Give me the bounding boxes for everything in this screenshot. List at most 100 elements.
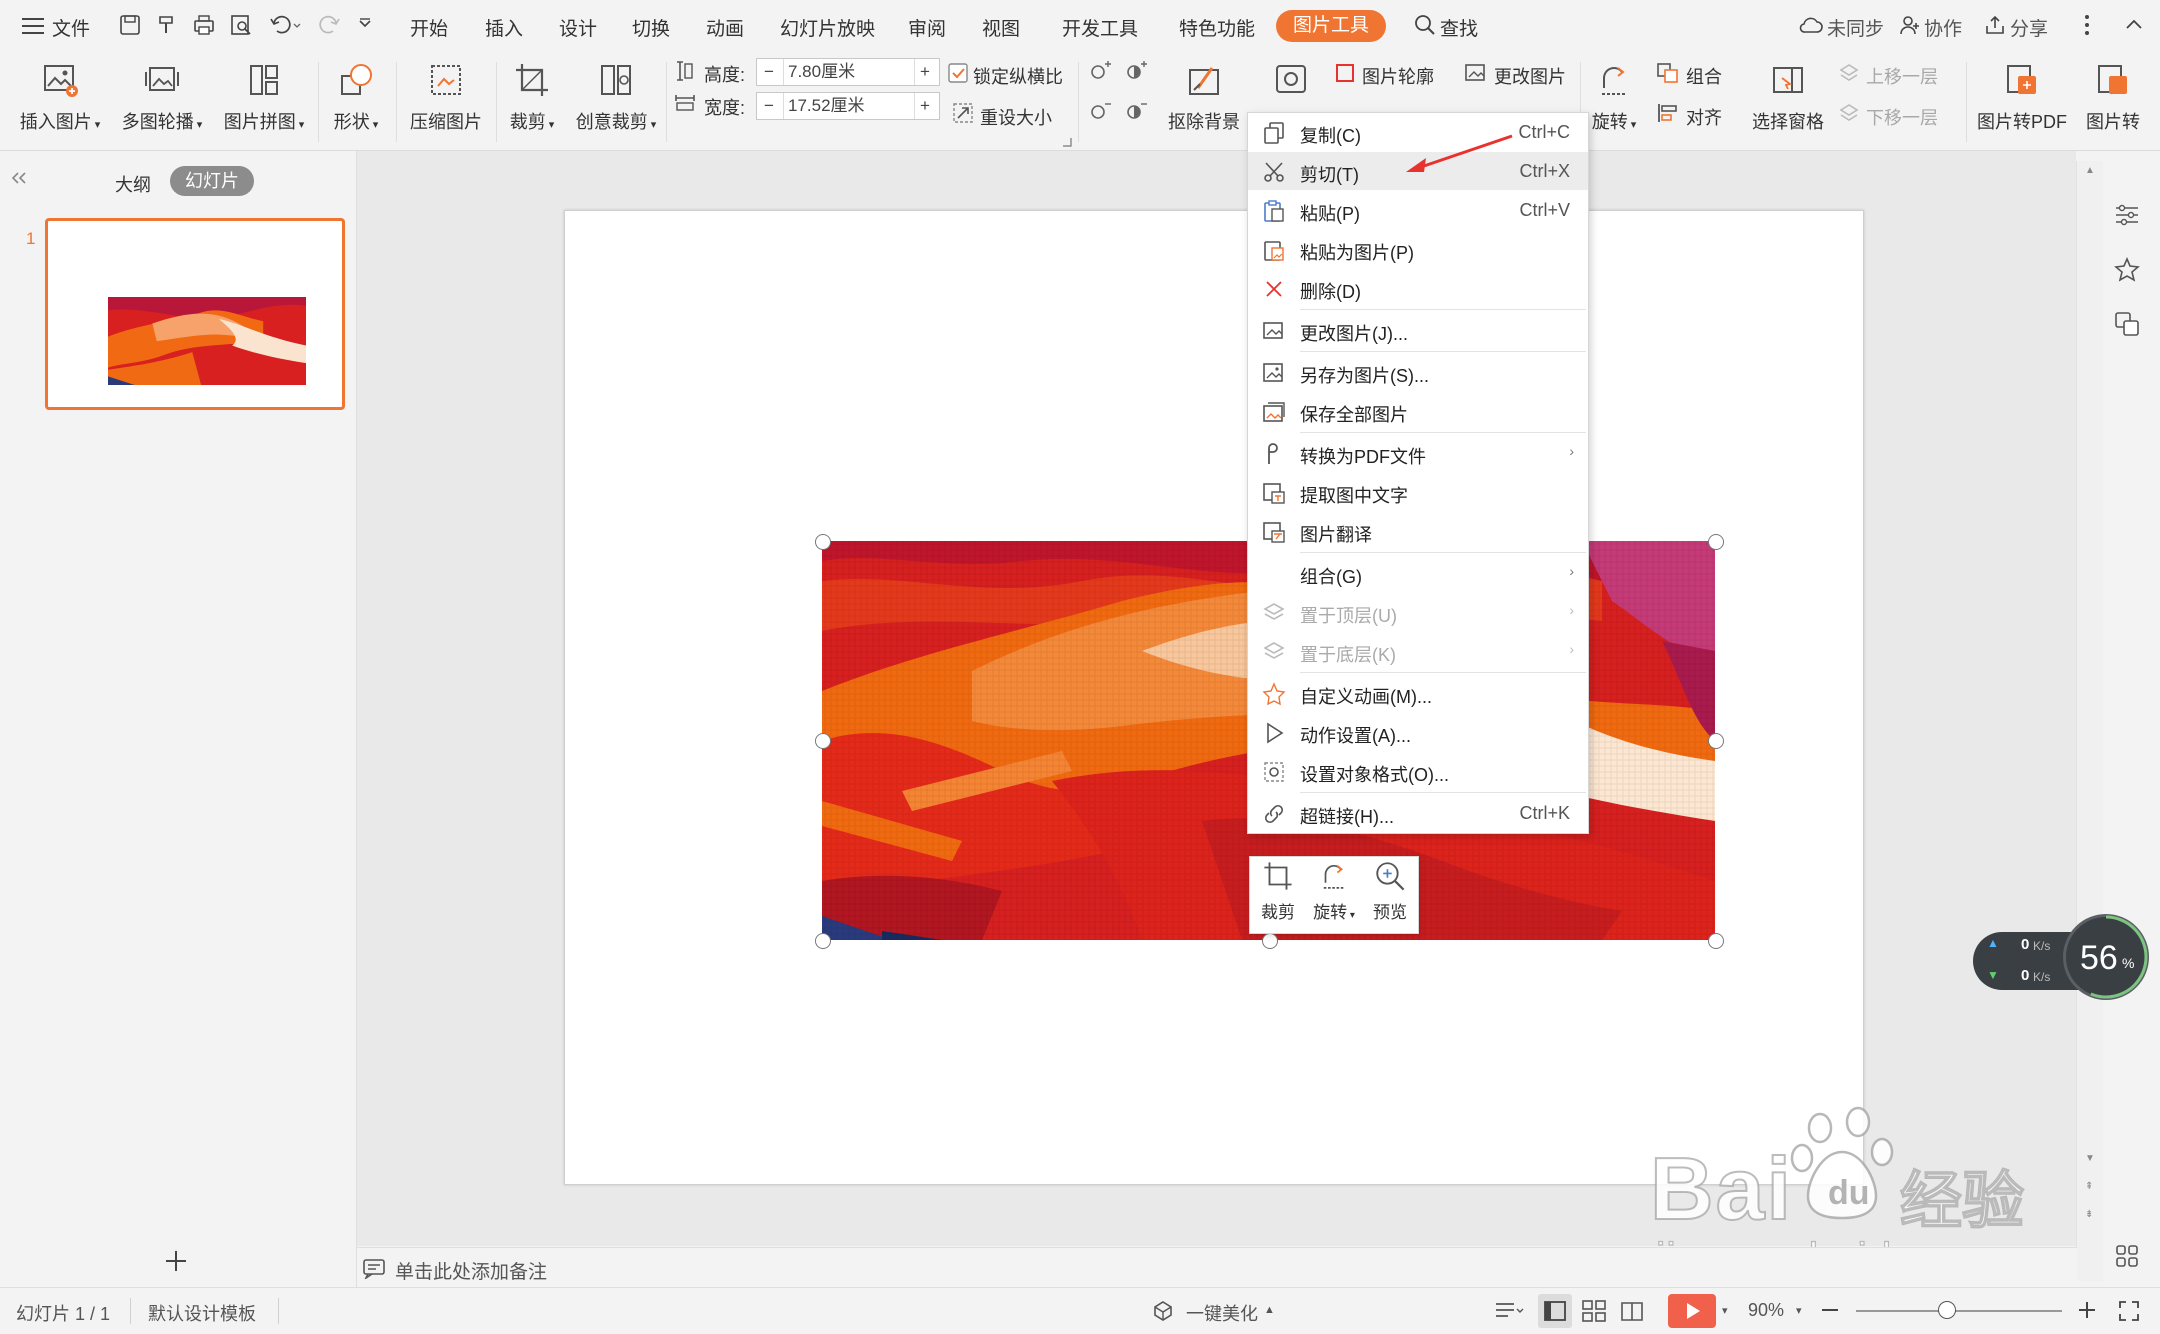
menu-item-delete[interactable]: 删除(D): [1248, 269, 1588, 307]
tab-developer[interactable]: 开发工具: [1062, 14, 1138, 41]
menu-item-extract-text[interactable]: 提取图中文字: [1248, 473, 1588, 511]
adjust-settings-icon[interactable]: [2114, 203, 2140, 232]
zoom-level[interactable]: 90%: [1748, 1300, 1784, 1321]
tab-home[interactable]: 开始: [410, 14, 448, 41]
insert-picture-button[interactable]: 插入图片 ▾: [14, 60, 106, 134]
redo-icon[interactable]: [318, 13, 342, 42]
width-value[interactable]: 17.52厘米: [783, 93, 915, 119]
zoom-dropdown-icon[interactable]: ▾: [1796, 1304, 1802, 1317]
fit-window-icon[interactable]: [2118, 1300, 2140, 1327]
beautify-icon[interactable]: [1152, 1300, 1174, 1327]
resize-handle-top-left[interactable]: [815, 534, 831, 550]
mini-rotate-button[interactable]: 旋转 ▾: [1306, 859, 1362, 923]
notes-bar[interactable]: 单击此处添加备注: [357, 1247, 2077, 1288]
outline-button[interactable]: 图片轮廓: [1362, 63, 1434, 89]
search-icon[interactable]: [1414, 14, 1436, 41]
brightness-down-icon[interactable]: [1088, 100, 1112, 129]
shape-button[interactable]: 形状 ▾: [326, 60, 386, 134]
lock-ratio-label[interactable]: 锁定纵横比: [973, 63, 1063, 89]
tab-review[interactable]: 审阅: [908, 14, 946, 41]
contrast-down-icon[interactable]: [1124, 100, 1148, 129]
group-icon[interactable]: [1656, 62, 1680, 89]
multi-carousel-button[interactable]: 多图轮播 ▾: [116, 60, 208, 134]
reading-view-icon[interactable]: [1620, 1300, 1644, 1327]
slide-sorter-icon[interactable]: [1582, 1300, 1606, 1327]
scroll-up-icon[interactable]: ▲: [2085, 165, 2095, 176]
zoom-slider[interactable]: [1856, 1310, 2062, 1312]
lock-ratio-checkbox[interactable]: [948, 63, 968, 88]
sync-status[interactable]: 未同步: [1827, 14, 1884, 41]
collab-button[interactable]: 协作: [1924, 14, 1962, 41]
menu-item-paste[interactable]: 粘贴(P) Ctrl+V: [1248, 191, 1588, 229]
mini-preview-button[interactable]: 预览: [1362, 859, 1418, 923]
scroll-down-icon[interactable]: ▼: [2085, 1153, 2095, 1164]
tab-slides[interactable]: 幻灯片: [170, 166, 254, 196]
rotate-button[interactable]: 旋转 ▾: [1586, 60, 1642, 134]
selection-pane-button[interactable]: 选择窗格: [1748, 60, 1828, 134]
reset-size-button[interactable]: 重设大小: [980, 104, 1052, 130]
crop-button[interactable]: 裁剪 ▾: [504, 60, 560, 134]
vertical-scrollbar[interactable]: ▲ ▼ ⇞ ⇟: [2076, 161, 2103, 1281]
tab-picture-tools[interactable]: 图片工具: [1276, 10, 1386, 42]
picture-collage-button[interactable]: 图片拼图 ▾: [218, 60, 310, 134]
remove-background-button[interactable]: 抠除背景: [1160, 60, 1248, 134]
share-icon[interactable]: [1984, 14, 2006, 41]
menu-item-custom-animation[interactable]: 自定义动画(M)...: [1248, 674, 1588, 712]
more-icon[interactable]: [2084, 14, 2090, 41]
brightness-up-icon[interactable]: [1088, 60, 1112, 89]
height-increase-button[interactable]: +: [913, 59, 937, 85]
star-animation-icon[interactable]: [2114, 256, 2140, 288]
tab-outline[interactable]: 大纲: [115, 171, 151, 197]
dialog-launcher-icon[interactable]: [1062, 134, 1072, 152]
share-button[interactable]: 分享: [2010, 14, 2048, 41]
network-speed-widget[interactable]: ▲ 0 K/s ▼ 0 K/s 56 %: [1973, 914, 2149, 1004]
notes-toggle-icon[interactable]: [1494, 1300, 1524, 1327]
resize-handle-bottom[interactable]: [1262, 933, 1278, 949]
creative-crop-button[interactable]: 创意裁剪 ▾: [570, 60, 662, 134]
contrast-up-icon[interactable]: [1124, 60, 1148, 89]
play-slideshow-button[interactable]: [1668, 1294, 1716, 1328]
height-value[interactable]: 7.80厘米: [783, 59, 915, 85]
picture-convert-button[interactable]: 图片转: [2078, 60, 2148, 134]
resize-handle-right[interactable]: [1708, 733, 1724, 749]
save-icon[interactable]: [118, 13, 142, 42]
print-preview-icon[interactable]: [229, 13, 253, 42]
template-name[interactable]: 默认设计模板: [148, 1300, 256, 1326]
menu-item-format-object[interactable]: 设置对象格式(O)...: [1248, 752, 1588, 790]
zoom-in-icon[interactable]: [2078, 1301, 2096, 1324]
menu-item-paste-as-picture[interactable]: 粘贴为图片(P): [1248, 230, 1588, 268]
menu-item-change-picture[interactable]: 更改图片(J)...: [1248, 311, 1588, 349]
tab-insert[interactable]: 插入: [485, 14, 523, 41]
notes-placeholder[interactable]: 单击此处添加备注: [395, 1257, 547, 1284]
width-spinner[interactable]: − 17.52厘米 +: [756, 92, 940, 120]
undo-icon[interactable]: [268, 13, 302, 42]
align-icon[interactable]: [1656, 102, 1680, 129]
tab-slideshow[interactable]: 幻灯片放映: [780, 14, 875, 41]
collab-icon[interactable]: [1899, 14, 1921, 41]
tab-view[interactable]: 视图: [982, 14, 1020, 41]
customize-qat-icon[interactable]: [358, 17, 372, 36]
tab-special[interactable]: 特色功能: [1179, 14, 1255, 41]
change-picture-button[interactable]: 更改图片: [1494, 63, 1566, 89]
beautify-button[interactable]: 一键美化: [1186, 1300, 1258, 1326]
tab-design[interactable]: 设计: [559, 14, 597, 41]
resize-handle-top-right[interactable]: [1708, 534, 1724, 550]
zoom-slider-thumb[interactable]: [1938, 1301, 1956, 1319]
menu-item-hyperlink[interactable]: 超链接(H)... Ctrl+K: [1248, 794, 1588, 832]
compress-button[interactable]: 压缩图片: [404, 60, 488, 134]
change-picture-icon[interactable]: [1464, 62, 1488, 89]
menu-item-action-settings[interactable]: 动作设置(A)...: [1248, 713, 1588, 751]
reset-size-icon[interactable]: [952, 102, 974, 129]
height-spinner[interactable]: − 7.80厘米 +: [756, 58, 940, 86]
normal-view-icon[interactable]: [1538, 1294, 1572, 1328]
hamburger-icon[interactable]: [22, 18, 44, 34]
slideshow-dropdown-icon[interactable]: ▾: [1722, 1304, 1728, 1317]
menu-item-save-as-picture[interactable]: 另存为图片(S)...: [1248, 353, 1588, 391]
mini-crop-button[interactable]: 裁剪: [1250, 859, 1306, 923]
cloud-sync-icon[interactable]: [1798, 14, 1824, 41]
resize-handle-left[interactable]: [815, 733, 831, 749]
slide-switch-icon[interactable]: [2114, 311, 2140, 342]
grid-view-icon[interactable]: [2116, 1245, 2138, 1272]
print-icon[interactable]: [192, 13, 216, 42]
align-button[interactable]: 对齐: [1686, 104, 1722, 130]
